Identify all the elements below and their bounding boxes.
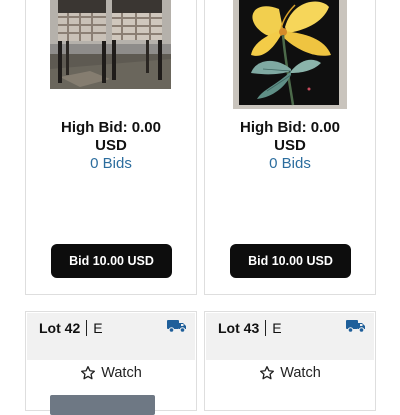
lot-code: E xyxy=(272,320,282,336)
bid-button[interactable]: Bid 10.00 USD xyxy=(51,244,172,278)
lot-header: Lot 43 E xyxy=(206,313,374,360)
lot-card: High Bid: 0.00 USD 0 Bids Bid 10.00 USD xyxy=(25,0,197,295)
lot-card: High Bid: 0.00 USD 0 Bids Bid 10.00 USD xyxy=(204,0,376,295)
watch-label: Watch xyxy=(280,365,321,381)
truck-icon xyxy=(346,319,366,338)
high-bid-label: High Bid: 0.00 USD xyxy=(26,119,196,155)
lot-number: Lot 42 xyxy=(39,320,81,336)
high-bid-label: High Bid: 0.00 USD xyxy=(205,119,375,155)
watch-button[interactable]: Watch xyxy=(205,363,375,383)
lot-header: Lot 42 E xyxy=(27,313,195,360)
lot-card: Lot 43 E Watch xyxy=(204,311,376,411)
chairs-photo-image xyxy=(50,0,171,89)
divider xyxy=(86,320,88,336)
star-icon xyxy=(260,366,275,380)
watch-button[interactable]: Watch xyxy=(26,363,196,383)
currency-label: USD xyxy=(95,137,127,154)
lot-number: Lot 43 xyxy=(218,320,260,336)
lot-code: E xyxy=(93,320,103,336)
star-icon xyxy=(81,366,96,380)
bid-button[interactable]: Bid 10.00 USD xyxy=(230,244,351,278)
bid-count-link[interactable]: 0 Bids xyxy=(26,155,196,173)
divider xyxy=(265,320,267,336)
lot-card: Lot 42 E Watch xyxy=(25,311,197,415)
bid-count-link[interactable]: 0 Bids xyxy=(205,155,375,173)
watch-label: Watch xyxy=(101,365,142,381)
lot-title[interactable]: Lot 43 E xyxy=(218,320,282,336)
flower-painting-image xyxy=(233,0,347,109)
lot-title[interactable]: Lot 42 E xyxy=(39,320,103,336)
truck-icon xyxy=(167,319,187,338)
lot-image[interactable] xyxy=(233,0,347,109)
lot-image[interactable] xyxy=(50,0,171,89)
currency-label: USD xyxy=(274,137,306,154)
lot-image[interactable] xyxy=(50,395,155,415)
